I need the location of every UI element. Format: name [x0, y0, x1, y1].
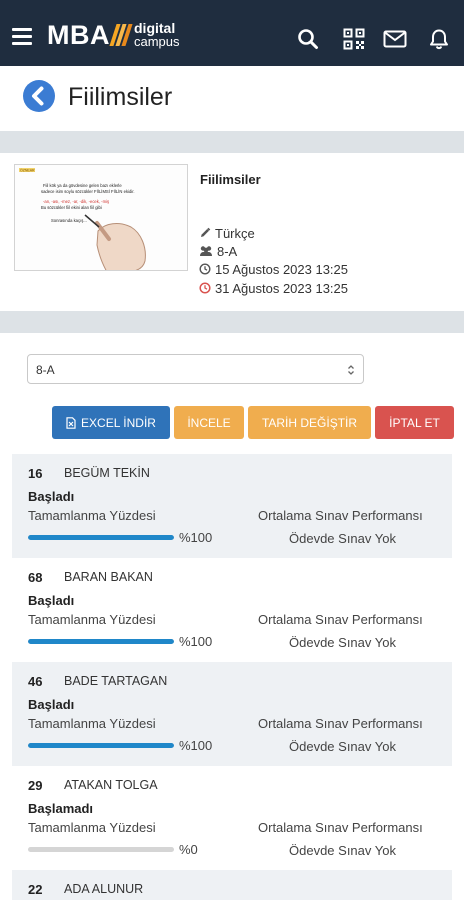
- homework-thumbnail[interactable]: ÖZNEAR Fiil kök ya da gövdesine gelen ba…: [14, 164, 188, 271]
- completion-progress-fill: [28, 743, 174, 748]
- hamburger-menu-icon[interactable]: [12, 28, 32, 45]
- bell-icon[interactable]: [428, 28, 450, 50]
- class-select[interactable]: 8-A: [27, 354, 364, 384]
- completion-label: Tamamlanma Yüzdesi: [28, 716, 156, 731]
- homework-subject: Türkçe: [199, 225, 255, 241]
- qr-code-icon[interactable]: [343, 28, 365, 50]
- brand-slashes: [109, 24, 133, 46]
- student-row[interactable]: 29 ATAKAN TOLGA Başlamadı Tamamlanma Yüz…: [12, 766, 452, 870]
- thumb-line: Sonrasında kaçış...: [51, 218, 87, 223]
- student-number: 29: [28, 778, 43, 793]
- completion-percent: %100: [179, 738, 213, 753]
- completion-progress-bar: [28, 847, 174, 852]
- file-excel-icon: [66, 416, 76, 429]
- thumb-line: Fiil kök ya da gövdesine gelen bazı ekle…: [43, 183, 122, 188]
- clock-alert-icon: [199, 282, 211, 294]
- completion-percent: %100: [179, 634, 213, 649]
- student-status: Başladı: [28, 593, 75, 608]
- top-app-bar: MBA digital campus: [0, 0, 464, 66]
- thumb-line: Bu sözcükler fiil ekini alan fiil gibi: [41, 205, 102, 210]
- performance-label: Ortalama Sınav Performansı: [258, 508, 423, 523]
- completion-progress-bar: [28, 639, 174, 644]
- page-title: Fiilimsiler: [68, 83, 173, 111]
- inspect-label: İNCELE: [187, 415, 231, 430]
- change-date-button[interactable]: TARİH DEĞİŞTİR: [248, 406, 371, 439]
- student-name: ATAKAN TOLGA: [64, 778, 158, 792]
- completion-progress-bar: [28, 535, 174, 540]
- completion-label: Tamamlanma Yüzdesi: [28, 612, 156, 627]
- end-date-text: 31 Ağustos 2023 13:25: [215, 280, 349, 296]
- student-name: BARAN BAKAN: [64, 570, 153, 584]
- pencil-icon: [199, 227, 211, 239]
- thumb-tag: ÖZNEAR: [20, 169, 35, 173]
- performance-label: Ortalama Sınav Performansı: [258, 716, 423, 731]
- brand-name: MBA: [47, 19, 110, 50]
- clock-icon: [199, 263, 211, 275]
- homework-class: 8-A: [199, 243, 237, 259]
- student-row[interactable]: 22 ADA ALUNUR: [12, 870, 452, 900]
- completion-percent: %100: [179, 530, 213, 545]
- brand-subtitle: digital campus: [134, 20, 180, 49]
- homework-start-date: 15 Ağustos 2023 13:25: [199, 261, 348, 277]
- performance-label: Ortalama Sınav Performansı: [258, 820, 423, 835]
- cancel-homework-button[interactable]: İPTAL ET: [375, 406, 454, 439]
- section-divider: [0, 131, 464, 153]
- subject-text: Türkçe: [215, 225, 255, 241]
- student-name: BADE TARTAGAN: [64, 674, 168, 688]
- excel-download-label: EXCEL İNDİR: [81, 415, 156, 430]
- completion-progress-fill: [28, 535, 174, 540]
- completion-percent: %0: [179, 842, 198, 857]
- excel-download-button[interactable]: EXCEL İNDİR: [52, 406, 170, 439]
- group-icon: [199, 245, 213, 257]
- brand-logo[interactable]: MBA digital campus: [47, 20, 180, 50]
- student-name: BEGÜM TEKİN: [64, 466, 150, 480]
- homework-end-date: 31 Ağustos 2023 13:25: [199, 280, 348, 296]
- exam-info: Ödevde Sınav Yok: [289, 739, 396, 754]
- exam-info: Ödevde Sınav Yok: [289, 635, 396, 650]
- inspect-button[interactable]: İNCELE: [174, 406, 244, 439]
- select-arrows-icon: [347, 364, 355, 376]
- performance-label: Ortalama Sınav Performansı: [258, 612, 423, 627]
- student-status: Başladı: [28, 697, 75, 712]
- student-row[interactable]: 68 BARAN BAKAN Başladı Tamamlanma Yüzdes…: [12, 558, 452, 662]
- class-select-value: 8-A: [36, 363, 55, 377]
- student-status: Başlamadı: [28, 801, 94, 816]
- section-divider: [0, 311, 464, 333]
- completion-progress-bar: [28, 743, 174, 748]
- student-number: 46: [28, 674, 43, 689]
- homework-title: Fiilimsiler: [200, 172, 261, 187]
- exam-info: Ödevde Sınav Yok: [289, 531, 396, 546]
- thumb-line: -an, -ası, -mez, -ar, -dik, -ecek, -miş: [43, 199, 109, 204]
- completion-label: Tamamlanma Yüzdesi: [28, 508, 156, 523]
- mail-icon[interactable]: [383, 28, 407, 50]
- start-date-text: 15 Ağustos 2023 13:25: [215, 261, 349, 277]
- back-arrow-icon[interactable]: [23, 80, 55, 112]
- change-date-label: TARİH DEĞİŞTİR: [261, 415, 358, 430]
- student-name: ADA ALUNUR: [64, 882, 144, 896]
- student-number: 22: [28, 882, 43, 897]
- class-text: 8-A: [217, 243, 238, 259]
- exam-info: Ödevde Sınav Yok: [289, 843, 396, 858]
- completion-label: Tamamlanma Yüzdesi: [28, 820, 156, 835]
- student-row[interactable]: 46 BADE TARTAGAN Başladı Tamamlanma Yüzd…: [12, 662, 452, 766]
- page-header: Fiilimsiler: [0, 66, 464, 128]
- completion-progress-fill: [28, 639, 174, 644]
- search-icon[interactable]: [297, 28, 319, 50]
- thumb-line: sadece isim soylu sözcükler FİİLİMSİ Fİİ…: [41, 189, 135, 194]
- student-row[interactable]: 16 BEGÜM TEKİN Başladı Tamamlanma Yüzdes…: [12, 454, 452, 558]
- student-number: 16: [28, 466, 43, 481]
- cancel-label: İPTAL ET: [389, 415, 440, 430]
- student-number: 68: [28, 570, 43, 585]
- student-status: Başladı: [28, 489, 75, 504]
